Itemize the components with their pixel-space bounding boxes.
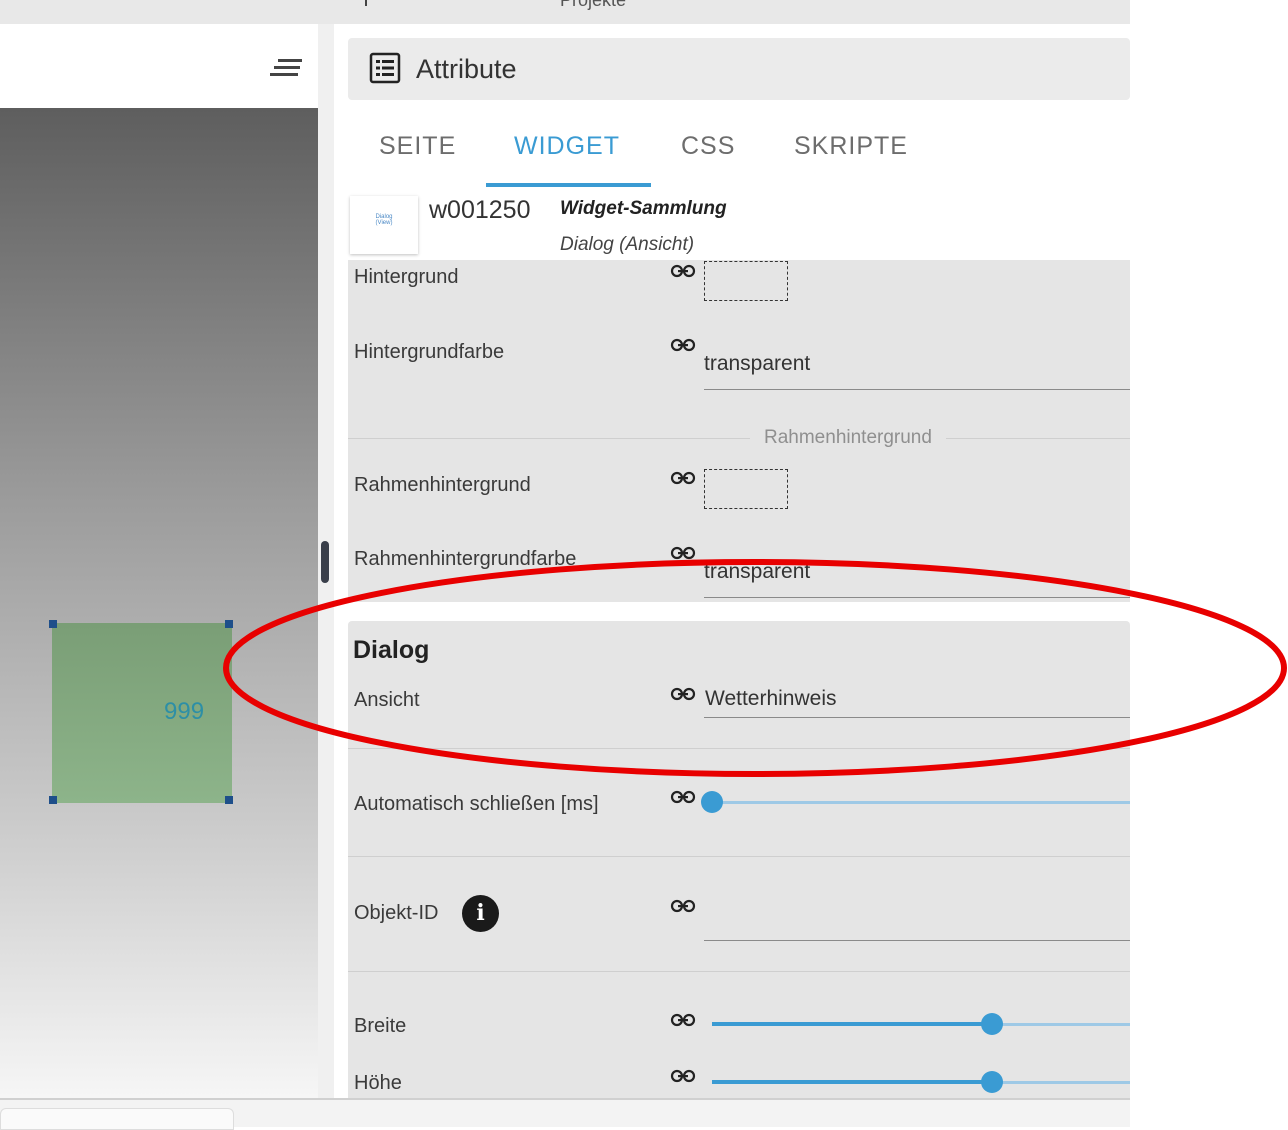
widget-thumbnail: Dialog (View) xyxy=(350,196,418,254)
rahmenhintergrund-image-picker[interactable] xyxy=(704,469,788,509)
hoehe-slider-fill xyxy=(712,1080,992,1084)
link-icon[interactable] xyxy=(670,263,696,279)
active-tab-indicator xyxy=(486,183,651,187)
info-icon[interactable]: i xyxy=(462,895,499,932)
breite-slider-fill xyxy=(712,1022,992,1026)
top-separator xyxy=(365,0,367,6)
hintergrundfarbe-label: Hintergrundfarbe xyxy=(354,341,505,363)
link-icon[interactable] xyxy=(670,470,696,486)
hoehe-label: Höhe xyxy=(354,1072,402,1094)
hintergrund-image-picker[interactable] xyxy=(704,261,788,301)
objekt-id-label: Objekt-ID xyxy=(354,902,439,924)
bottom-tab[interactable] xyxy=(0,1108,234,1130)
panel-title: Attribute xyxy=(416,54,517,84)
link-icon[interactable] xyxy=(670,1068,696,1084)
auto-close-label: Automatisch schließen [ms] xyxy=(354,793,599,815)
dialog-section-title: Dialog xyxy=(353,636,430,664)
tab-seite[interactable]: SEITE xyxy=(379,132,456,161)
link-icon[interactable] xyxy=(670,686,696,702)
dialog-widget-preview[interactable] xyxy=(52,623,232,803)
rahmenhintergrundfarbe-label: Rahmenhintergrundfarbe xyxy=(354,548,577,570)
hintergrundfarbe-value[interactable]: transparent xyxy=(704,352,810,376)
editor-canvas[interactable] xyxy=(0,108,318,1098)
tab-widget[interactable]: WIDGET xyxy=(514,132,620,161)
ansicht-underline xyxy=(704,717,1130,718)
projects-tab-cut[interactable]: Projekte xyxy=(560,0,626,11)
link-icon[interactable] xyxy=(670,337,696,353)
row-divider xyxy=(348,748,1130,749)
breite-slider-thumb[interactable] xyxy=(981,1013,1003,1035)
rahmenhintergrundfarbe-underline xyxy=(704,597,1130,598)
auto-close-slider-thumb[interactable] xyxy=(701,791,723,813)
objekt-id-underline xyxy=(704,940,1130,941)
widget-value-text: 999 xyxy=(164,698,205,725)
rahmen-divider-line xyxy=(348,438,1130,439)
link-icon[interactable] xyxy=(670,1012,696,1028)
resize-handle-top-right[interactable] xyxy=(225,620,233,628)
tab-skripte[interactable]: SKRIPTE xyxy=(794,132,908,161)
hintergrundfarbe-underline xyxy=(704,389,1130,390)
auto-close-slider-track[interactable] xyxy=(712,801,1130,804)
widget-id: w001250 xyxy=(429,196,531,224)
resize-handle-bottom-right[interactable] xyxy=(225,796,233,804)
row-divider xyxy=(348,856,1130,857)
splitter-drag-handle[interactable] xyxy=(321,541,329,583)
link-icon[interactable] xyxy=(670,898,696,914)
ansicht-label: Ansicht xyxy=(354,689,420,711)
attribute-list-icon xyxy=(369,52,401,84)
resize-handle-bottom-left[interactable] xyxy=(49,796,57,804)
widget-set-name: Widget-Sammlung xyxy=(560,198,727,219)
breite-label: Breite xyxy=(354,1015,407,1037)
thumb-line2: (View) xyxy=(375,220,393,226)
resize-handle-top-left[interactable] xyxy=(49,620,57,628)
rahmen-divider-label: Rahmenhintergrund xyxy=(750,427,946,449)
tab-css[interactable]: CSS xyxy=(681,132,735,161)
hoehe-slider-thumb[interactable] xyxy=(981,1071,1003,1093)
rahmenhintergrund-label: Rahmenhintergrund xyxy=(354,474,531,496)
link-icon[interactable] xyxy=(670,789,696,805)
hintergrund-label: Hintergrund xyxy=(354,266,459,288)
sort-menu-icon[interactable] xyxy=(270,58,302,78)
widget-type-name: Dialog (Ansicht) xyxy=(560,234,695,255)
link-icon[interactable] xyxy=(670,545,696,561)
ansicht-select[interactable]: Wetterhinweis xyxy=(705,687,837,711)
rahmenhintergrundfarbe-value[interactable]: transparent xyxy=(704,560,810,584)
row-divider xyxy=(348,971,1130,972)
